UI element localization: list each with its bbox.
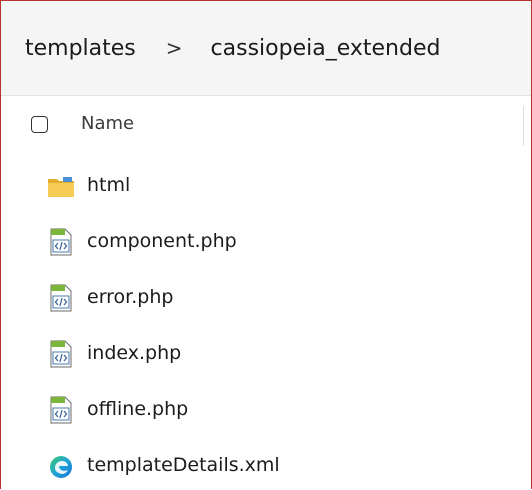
php-file-icon [47,227,75,257]
file-row-component-php[interactable]: component.php [1,217,531,267]
file-row-offline-php[interactable]: offline.php [1,385,531,435]
php-file-icon [47,339,75,369]
breadcrumb: templates > cassiopeia_extended [1,1,531,96]
breadcrumb-item-templates[interactable]: templates [25,36,136,61]
breadcrumb-item-cassiopeia-extended[interactable]: cassiopeia_extended [211,36,441,61]
file-name: error.php [87,286,174,308]
file-name: html [87,174,131,196]
file-name: offline.php [87,398,189,420]
php-file-icon [47,283,75,313]
select-all-checkbox[interactable] [31,116,48,133]
file-row-index-php[interactable]: index.php [1,329,531,379]
php-file-icon [47,395,75,425]
explorer-window: templates > cassiopeia_extended Name htm… [0,0,532,489]
column-resize-handle[interactable] [523,106,524,146]
folder-icon [47,171,75,201]
file-row-html[interactable]: html [1,161,531,211]
file-row-error-php[interactable]: error.php [1,273,531,323]
column-header-row: Name [1,96,531,156]
column-header-name[interactable]: Name [81,113,134,134]
file-name: templateDetails.xml [87,454,280,476]
file-name: index.php [87,342,182,364]
breadcrumb-separator[interactable]: > [166,36,183,60]
file-name: component.php [87,230,237,252]
file-row-templatedetails-xml[interactable]: templateDetails.xml [1,441,531,489]
edge-xml-file-icon [47,451,75,481]
